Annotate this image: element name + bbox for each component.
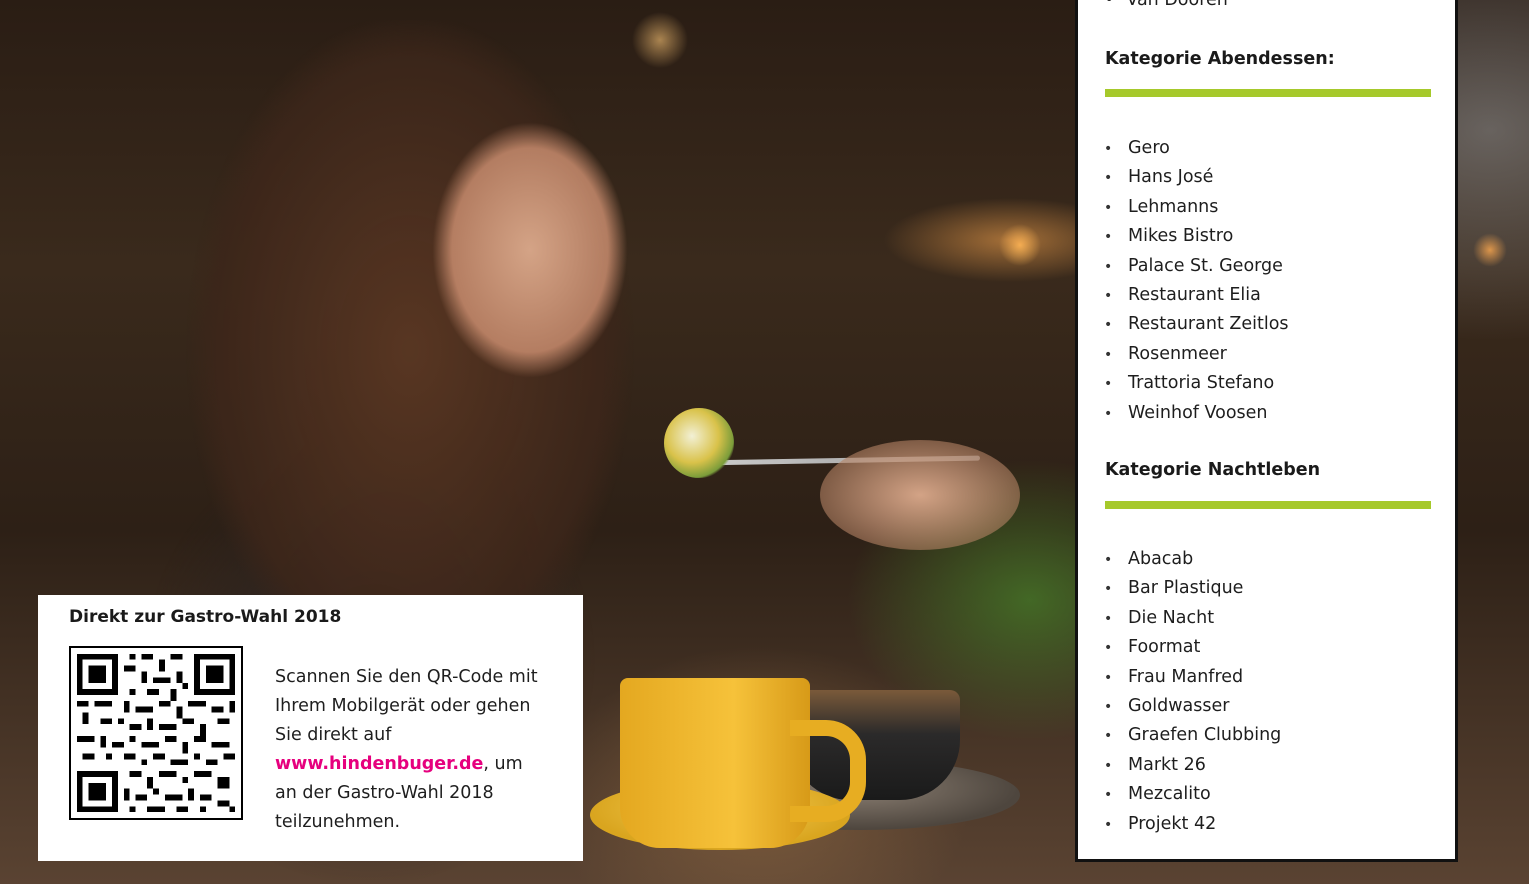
list-item: • Weinhof Voosen (1104, 399, 1289, 428)
list-item: • Hans José (1104, 163, 1289, 192)
category-divider (1105, 501, 1431, 509)
bullet-icon: • (1104, 0, 1115, 10)
qr-card-description: Scannen Sie den QR-Code mit Ihrem Mobilg… (275, 663, 545, 837)
list-item: • Gero (1104, 134, 1289, 163)
list-item: • Trattoria Stefano (1104, 369, 1289, 398)
category-title: Kategorie Nachtleben (1105, 460, 1321, 480)
list-item: • Lehmanns (1104, 193, 1289, 222)
bullet-icon: • (1104, 728, 1113, 745)
bullet-icon: • (1104, 346, 1113, 363)
pasta-bite (664, 408, 734, 478)
bullet-icon: • (1104, 170, 1113, 187)
bullet-icon: • (1104, 317, 1113, 334)
bullet-icon: • (1104, 258, 1113, 275)
list-item: • Restaurant Elia (1104, 281, 1289, 310)
coffee-cup (620, 678, 810, 848)
qr-text-before: Scannen Sie den QR-Code mit Ihrem Mobilg… (275, 667, 538, 745)
bullet-icon: • (1104, 816, 1113, 833)
category-divider (1105, 89, 1431, 97)
list-item: • Goldwasser (1104, 692, 1281, 721)
category-list-nachtleben: • Abacab • Bar Plastique • Die Nacht • Foorm… (1104, 545, 1281, 839)
bullet-icon: • (1104, 229, 1113, 246)
bullet-icon: • (1104, 757, 1113, 774)
bullet-icon: • (1104, 376, 1113, 393)
bullet-icon: • (1104, 141, 1113, 157)
category-list-abendessen: • Gero • Hans José • Lehmanns • Mikes Bistro… (1104, 134, 1289, 428)
list-item: • Frau Manfred (1104, 663, 1281, 692)
list-item: • Bar Plastique (1104, 574, 1281, 603)
qr-card-title: Direkt zur Gastro-Wahl 2018 (69, 607, 342, 627)
list-item: • Mikes Bistro (1104, 222, 1289, 251)
category-title: Kategorie Abendessen: (1105, 49, 1335, 69)
list-item: • Foormat (1104, 633, 1281, 662)
hand (820, 440, 1020, 550)
bullet-icon: • (1104, 669, 1113, 686)
website-link[interactable]: www.hindenbuger.de (275, 754, 483, 774)
list-item-label: Van Dooren (1126, 0, 1228, 10)
bullet-icon: • (1104, 287, 1113, 304)
qr-code-icon[interactable] (69, 646, 243, 820)
list-item: • Die Nacht (1104, 604, 1281, 633)
list-item: • Restaurant Zeitlos (1104, 310, 1289, 339)
bullet-icon: • (1104, 581, 1113, 598)
nominees-panel: • Van Dooren Kategorie Abendessen: • Gero … (1075, 0, 1458, 862)
bullet-icon: • (1104, 405, 1113, 422)
list-item: • Mezcalito (1104, 780, 1281, 809)
list-item: • Graefen Clubbing (1104, 721, 1281, 750)
cup-handle (790, 720, 866, 822)
bullet-icon: • (1104, 787, 1113, 804)
bullet-icon: • (1104, 199, 1113, 216)
bullet-icon: • (1104, 640, 1113, 657)
list-item: • Abacab (1104, 545, 1281, 574)
list-item: • Van Dooren (1104, 0, 1228, 10)
bullet-icon: • (1104, 698, 1113, 715)
list-item: • Projekt 42 (1104, 810, 1281, 839)
list-item: • Markt 26 (1104, 751, 1281, 780)
bullet-icon: • (1104, 610, 1113, 627)
list-item: • Rosenmeer (1104, 340, 1289, 369)
qr-card: Direkt zur Gastro-Wahl 2018 Scannen Sie … (38, 595, 583, 861)
list-item: • Palace St. George (1104, 252, 1289, 281)
bullet-icon: • (1104, 552, 1113, 568)
